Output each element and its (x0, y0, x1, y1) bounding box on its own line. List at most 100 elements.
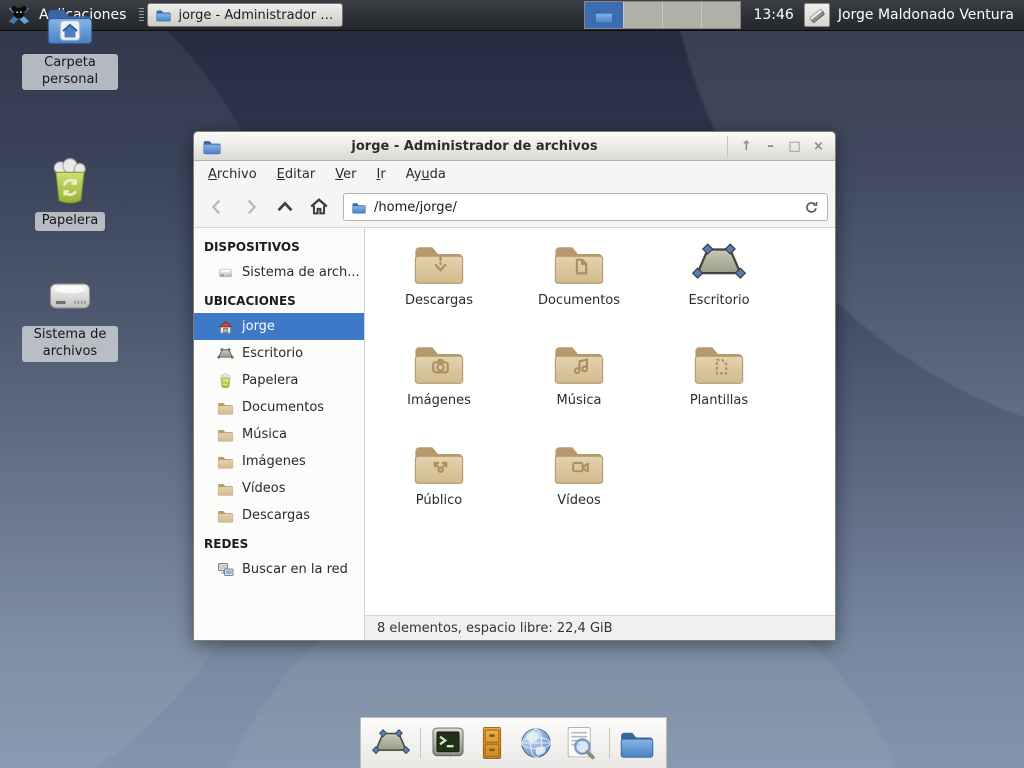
top-panel: Aplicaciones jorge - Administrador de...… (0, 0, 1024, 31)
eraser-icon (807, 5, 827, 25)
sidebar-item-network[interactable]: Buscar en la red (194, 556, 364, 583)
dock-show-desktop-button[interactable] (371, 721, 410, 765)
sidebar-item-descargas[interactable]: Descargas (194, 502, 364, 529)
window-body: DISPOSITIVOS Sistema de arch... UBICACIO… (194, 228, 835, 640)
maximize-button[interactable]: □ (784, 136, 805, 156)
file-imagenes[interactable]: Imágenes (369, 340, 509, 440)
folder-icon (217, 454, 234, 470)
file-musica[interactable]: Música (509, 340, 649, 440)
titlebar[interactable]: jorge - Administrador de archivos ↑–□× (194, 132, 835, 161)
file-label: Documentos (538, 293, 620, 308)
toolbar: /home/jorge/ (194, 187, 835, 228)
up-button[interactable] (269, 192, 301, 222)
window-title: jorge - Administrador de archivos (230, 139, 719, 154)
menu-editar[interactable]: Editar (267, 164, 326, 185)
taskbar-window-button[interactable]: jorge - Administrador de... (147, 3, 343, 27)
close-button[interactable]: × (808, 136, 829, 156)
menubar: ArchivoEditarVerIrAyuda (194, 161, 835, 187)
reload-icon (803, 199, 820, 216)
content-pane: Descargas Documentos (365, 228, 835, 640)
workspace-3[interactable] (663, 2, 702, 28)
trash-icon (44, 158, 96, 206)
bottom-dock (360, 717, 667, 768)
desktop-icon-filesystem[interactable]: Sistema de archivos (22, 272, 118, 362)
sidebar-network-list: Buscar en la red (194, 556, 364, 583)
minimize-button[interactable]: – (760, 136, 781, 156)
desktop-icon-label: Papelera (35, 212, 105, 231)
menu-ir[interactable]: Ir (366, 164, 395, 185)
taskbar-window-label: jorge - Administrador de... (178, 8, 335, 23)
file-manager-window: jorge - Administrador de archivos ↑–□× A… (193, 131, 836, 641)
chevron-right-icon (240, 196, 262, 218)
folder-blue-icon (618, 725, 656, 761)
file-label: Escritorio (688, 293, 749, 308)
sidebar-item-filesystem[interactable]: Sistema de arch... (194, 259, 364, 286)
menu-ver[interactable]: Ver (325, 164, 366, 185)
dock-web-browser-button[interactable] (516, 721, 555, 765)
forward-button[interactable] (235, 192, 267, 222)
clock: 13:46 (753, 7, 793, 23)
workspace-4[interactable] (702, 2, 740, 28)
em-doc-icon (568, 253, 593, 278)
workspace-2[interactable] (624, 2, 663, 28)
drive-icon (217, 265, 234, 281)
shade-button[interactable]: ↑ (736, 136, 757, 156)
sidebar-header-devices: DISPOSITIVOS (194, 232, 364, 259)
file-label: Público (416, 493, 462, 508)
path-entry[interactable]: /home/jorge/ (343, 193, 828, 221)
home-icon (217, 319, 234, 335)
sidebar-item-videos[interactable]: Vídeos (194, 475, 364, 502)
file-documentos[interactable]: Documentos (509, 240, 649, 340)
reload-button[interactable] (803, 199, 820, 216)
home-folder-icon (44, 0, 96, 48)
workspace-switcher (584, 1, 741, 29)
dock-terminal-button[interactable] (428, 721, 467, 765)
menu-archivo[interactable]: Archivo (198, 164, 267, 185)
desktop-icon-trash[interactable]: Papelera (22, 158, 118, 231)
sidebar-item-musica[interactable]: Música (194, 421, 364, 448)
tasklist-grip[interactable] (139, 8, 144, 23)
dock-file-manager-button[interactable] (617, 721, 656, 765)
network-icon (217, 562, 234, 578)
folder-icon (202, 138, 222, 155)
folder-icon (217, 400, 234, 416)
home-button[interactable] (303, 192, 335, 222)
file-publico[interactable]: Público (369, 440, 509, 540)
desktop-icon (692, 240, 746, 286)
sidebar-places-list: jorge Escritorio Papelera Documentos (194, 313, 364, 529)
sidebar-item-escritorio[interactable]: Escritorio (194, 340, 364, 367)
dock-file-cabinet-button[interactable] (472, 721, 511, 765)
terminal-icon (429, 725, 467, 761)
window-miniature-icon (594, 7, 614, 24)
desktop-icon-label: Carpeta personal (22, 54, 118, 90)
sidebar-item-papelera[interactable]: Papelera (194, 367, 364, 394)
sidebar-devices-list: Sistema de arch... (194, 259, 364, 286)
path-text: /home/jorge/ (374, 200, 457, 215)
em-video-icon (568, 453, 593, 478)
sidebar-item-jorge[interactable]: jorge (194, 313, 364, 340)
home-icon (308, 196, 330, 218)
file-label: Plantillas (690, 393, 748, 408)
file-descargas[interactable]: Descargas (369, 240, 509, 340)
back-button[interactable] (201, 192, 233, 222)
sidebar-item-imagenes[interactable]: Imágenes (194, 448, 364, 475)
folder-icon (217, 508, 234, 524)
file-videos[interactable]: Vídeos (509, 440, 649, 540)
em-download-icon (428, 253, 453, 278)
folder-icon (217, 481, 234, 497)
file-view: Descargas Documentos (365, 228, 835, 615)
desktop-icon-home[interactable]: Carpeta personal (22, 0, 118, 90)
chevron-up-icon (274, 196, 296, 218)
workspace-1[interactable] (585, 2, 624, 28)
em-template-icon (708, 353, 733, 378)
dock-file-search-button[interactable] (560, 721, 599, 765)
menu-ayuda[interactable]: Ayuda (396, 164, 456, 185)
sidebar-item-documentos[interactable]: Documentos (194, 394, 364, 421)
sidebar: DISPOSITIVOS Sistema de arch... UBICACIO… (194, 228, 365, 640)
file-label: Música (557, 393, 602, 408)
file-escritorio[interactable]: Escritorio (649, 240, 789, 340)
file-plantillas[interactable]: Plantillas (649, 340, 789, 440)
user-applet-button[interactable] (804, 3, 830, 27)
desktop-icon-label: Sistema de archivos (22, 326, 118, 362)
cabinet-icon (473, 725, 511, 761)
